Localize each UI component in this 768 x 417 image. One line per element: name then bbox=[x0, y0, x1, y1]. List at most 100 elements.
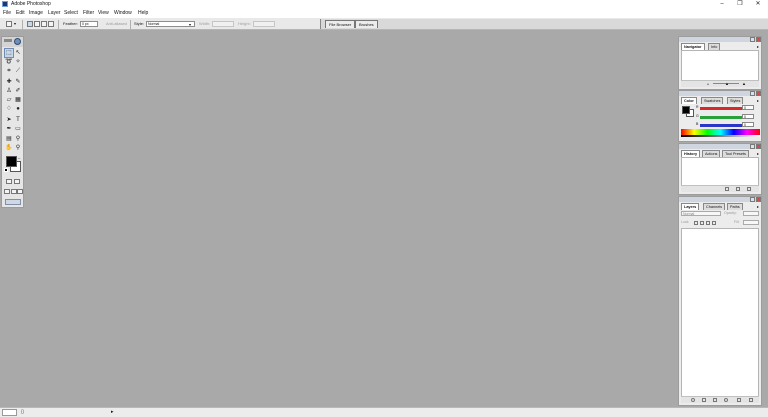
blue-channel-slider[interactable] bbox=[700, 124, 742, 127]
anti-aliased-checkbox[interactable]: Anti-aliased bbox=[106, 20, 127, 28]
blue-value-input[interactable]: 0 bbox=[742, 122, 754, 127]
width-input[interactable] bbox=[212, 21, 234, 27]
path-selection-icon[interactable]: ➤ bbox=[5, 116, 13, 124]
zoom-field[interactable] bbox=[2, 409, 17, 416]
intersect-selection-icon[interactable] bbox=[48, 21, 54, 27]
eraser-tool-icon[interactable]: ▱ bbox=[5, 96, 13, 104]
palette-menu-icon[interactable]: ▸ bbox=[757, 44, 759, 49]
menu-layer[interactable]: Layer bbox=[48, 9, 61, 17]
palette-titlebar[interactable] bbox=[679, 37, 761, 42]
standard-mode-icon[interactable] bbox=[6, 179, 12, 184]
close-palette-icon[interactable] bbox=[756, 91, 761, 96]
menu-window[interactable]: Window bbox=[114, 9, 132, 17]
menu-view[interactable]: View bbox=[98, 9, 109, 17]
new-selection-icon[interactable] bbox=[27, 21, 33, 27]
minimize-palette-icon[interactable] bbox=[750, 91, 755, 96]
tab-color[interactable]: Color bbox=[681, 97, 697, 104]
close-palette-icon[interactable] bbox=[756, 144, 761, 149]
move-tool-icon[interactable]: ↖ bbox=[14, 49, 22, 57]
full-screen-mode-icon[interactable] bbox=[17, 189, 23, 194]
default-colors-icon[interactable] bbox=[4, 168, 8, 172]
magic-wand-tool-icon[interactable]: ✧ bbox=[14, 58, 22, 66]
type-tool-icon[interactable]: T bbox=[14, 116, 22, 124]
file-browser-tab[interactable]: File Browser bbox=[325, 20, 356, 28]
dodge-tool-icon[interactable]: ● bbox=[14, 105, 22, 113]
lock-position-icon[interactable] bbox=[706, 221, 710, 225]
adjustment-layer-icon[interactable] bbox=[724, 398, 728, 402]
history-brush-icon[interactable]: ✐ bbox=[14, 87, 22, 95]
marquee-preset-icon[interactable] bbox=[6, 21, 12, 27]
chevron-down-icon[interactable]: ▾ bbox=[189, 21, 191, 29]
subtract-selection-icon[interactable] bbox=[41, 21, 47, 27]
status-menu-arrow-icon[interactable]: ▸ bbox=[111, 409, 114, 416]
menu-help[interactable]: Help bbox=[138, 9, 148, 17]
tab-paths[interactable]: Paths bbox=[727, 203, 743, 210]
layer-mask-icon[interactable] bbox=[702, 398, 706, 402]
close-button[interactable]: ✕ bbox=[748, 0, 768, 9]
trash-icon[interactable] bbox=[747, 187, 751, 191]
maximize-button[interactable]: ❐ bbox=[730, 0, 750, 9]
pen-tool-icon[interactable]: ✒ bbox=[5, 125, 13, 133]
blur-tool-icon[interactable]: ♢ bbox=[5, 105, 13, 113]
close-palette-icon[interactable] bbox=[756, 37, 761, 42]
eyedropper-tool-icon[interactable]: ⚲ bbox=[14, 135, 22, 143]
menu-file[interactable]: File bbox=[3, 9, 11, 17]
gradient-tool-icon[interactable]: ▦ bbox=[14, 96, 22, 104]
palette-titlebar[interactable] bbox=[679, 144, 761, 149]
lock-all-icon[interactable] bbox=[712, 221, 716, 225]
palette-titlebar[interactable] bbox=[679, 197, 761, 202]
toolbox-header[interactable] bbox=[2, 37, 23, 47]
trash-icon[interactable] bbox=[749, 398, 753, 402]
add-selection-icon[interactable] bbox=[34, 21, 40, 27]
zoom-slider-thumb-icon[interactable]: ▲ bbox=[725, 81, 729, 86]
quick-mask-mode-icon[interactable] bbox=[14, 179, 20, 184]
minimize-button[interactable]: – bbox=[712, 0, 732, 9]
new-document-from-state-icon[interactable] bbox=[725, 187, 729, 191]
palette-menu-icon[interactable]: ▸ bbox=[757, 204, 759, 209]
notes-tool-icon[interactable]: ▤ bbox=[5, 135, 13, 143]
crop-tool-icon[interactable]: ⌗ bbox=[5, 67, 13, 75]
blend-mode-select[interactable]: Normal bbox=[681, 211, 721, 216]
tab-history[interactable]: History bbox=[681, 150, 701, 157]
lock-image-icon[interactable] bbox=[700, 221, 704, 225]
lasso-tool-icon[interactable]: ➰ bbox=[5, 58, 13, 66]
tab-styles[interactable]: Styles bbox=[727, 97, 744, 104]
brushes-tab[interactable]: Brushes bbox=[355, 20, 378, 28]
jump-to-imageready-icon[interactable] bbox=[5, 199, 21, 205]
preset-dropdown-icon[interactable]: ▾ bbox=[14, 20, 16, 28]
tab-navigator[interactable]: Navigator bbox=[681, 43, 705, 50]
brush-tool-icon[interactable]: ✎ bbox=[14, 78, 22, 86]
red-channel-slider[interactable] bbox=[700, 107, 742, 110]
zoom-tool-icon[interactable]: ⚲ bbox=[14, 144, 22, 152]
close-palette-icon[interactable] bbox=[756, 197, 761, 202]
slice-tool-icon[interactable]: ⟋ bbox=[14, 67, 22, 75]
menu-image[interactable]: Image bbox=[29, 9, 43, 17]
palette-menu-icon[interactable]: ▸ bbox=[757, 98, 759, 103]
menu-select[interactable]: Select bbox=[64, 9, 78, 17]
minimize-palette-icon[interactable] bbox=[750, 37, 755, 42]
swap-colors-icon[interactable]: ↔ bbox=[17, 155, 21, 160]
new-set-icon[interactable] bbox=[713, 398, 717, 402]
foreground-color-swatch[interactable] bbox=[682, 106, 690, 114]
tab-swatches[interactable]: Swatches bbox=[701, 97, 724, 104]
palette-titlebar[interactable] bbox=[679, 91, 761, 96]
new-snapshot-icon[interactable] bbox=[736, 187, 740, 191]
lock-transparency-icon[interactable] bbox=[694, 221, 698, 225]
zoom-out-icon[interactable]: ▵ bbox=[707, 81, 709, 86]
shape-tool-icon[interactable]: ▭ bbox=[14, 125, 22, 133]
palette-menu-icon[interactable]: ▸ bbox=[757, 151, 759, 156]
green-channel-slider[interactable] bbox=[700, 116, 742, 119]
height-input[interactable] bbox=[253, 21, 275, 27]
menu-edit[interactable]: Edit bbox=[16, 9, 25, 17]
fill-input[interactable] bbox=[743, 220, 759, 225]
red-value-input[interactable]: 0 bbox=[742, 105, 754, 110]
standard-screen-mode-icon[interactable] bbox=[4, 189, 10, 194]
tab-info[interactable]: Info bbox=[708, 43, 721, 50]
menu-filter[interactable]: Filter bbox=[83, 9, 94, 17]
layer-style-icon[interactable] bbox=[691, 398, 695, 402]
tab-layers[interactable]: Layers bbox=[681, 203, 700, 210]
green-value-input[interactable]: 0 bbox=[742, 114, 754, 119]
style-select[interactable]: Normal bbox=[146, 21, 195, 27]
grayscale-ramp[interactable] bbox=[681, 135, 760, 137]
minimize-palette-icon[interactable] bbox=[750, 144, 755, 149]
